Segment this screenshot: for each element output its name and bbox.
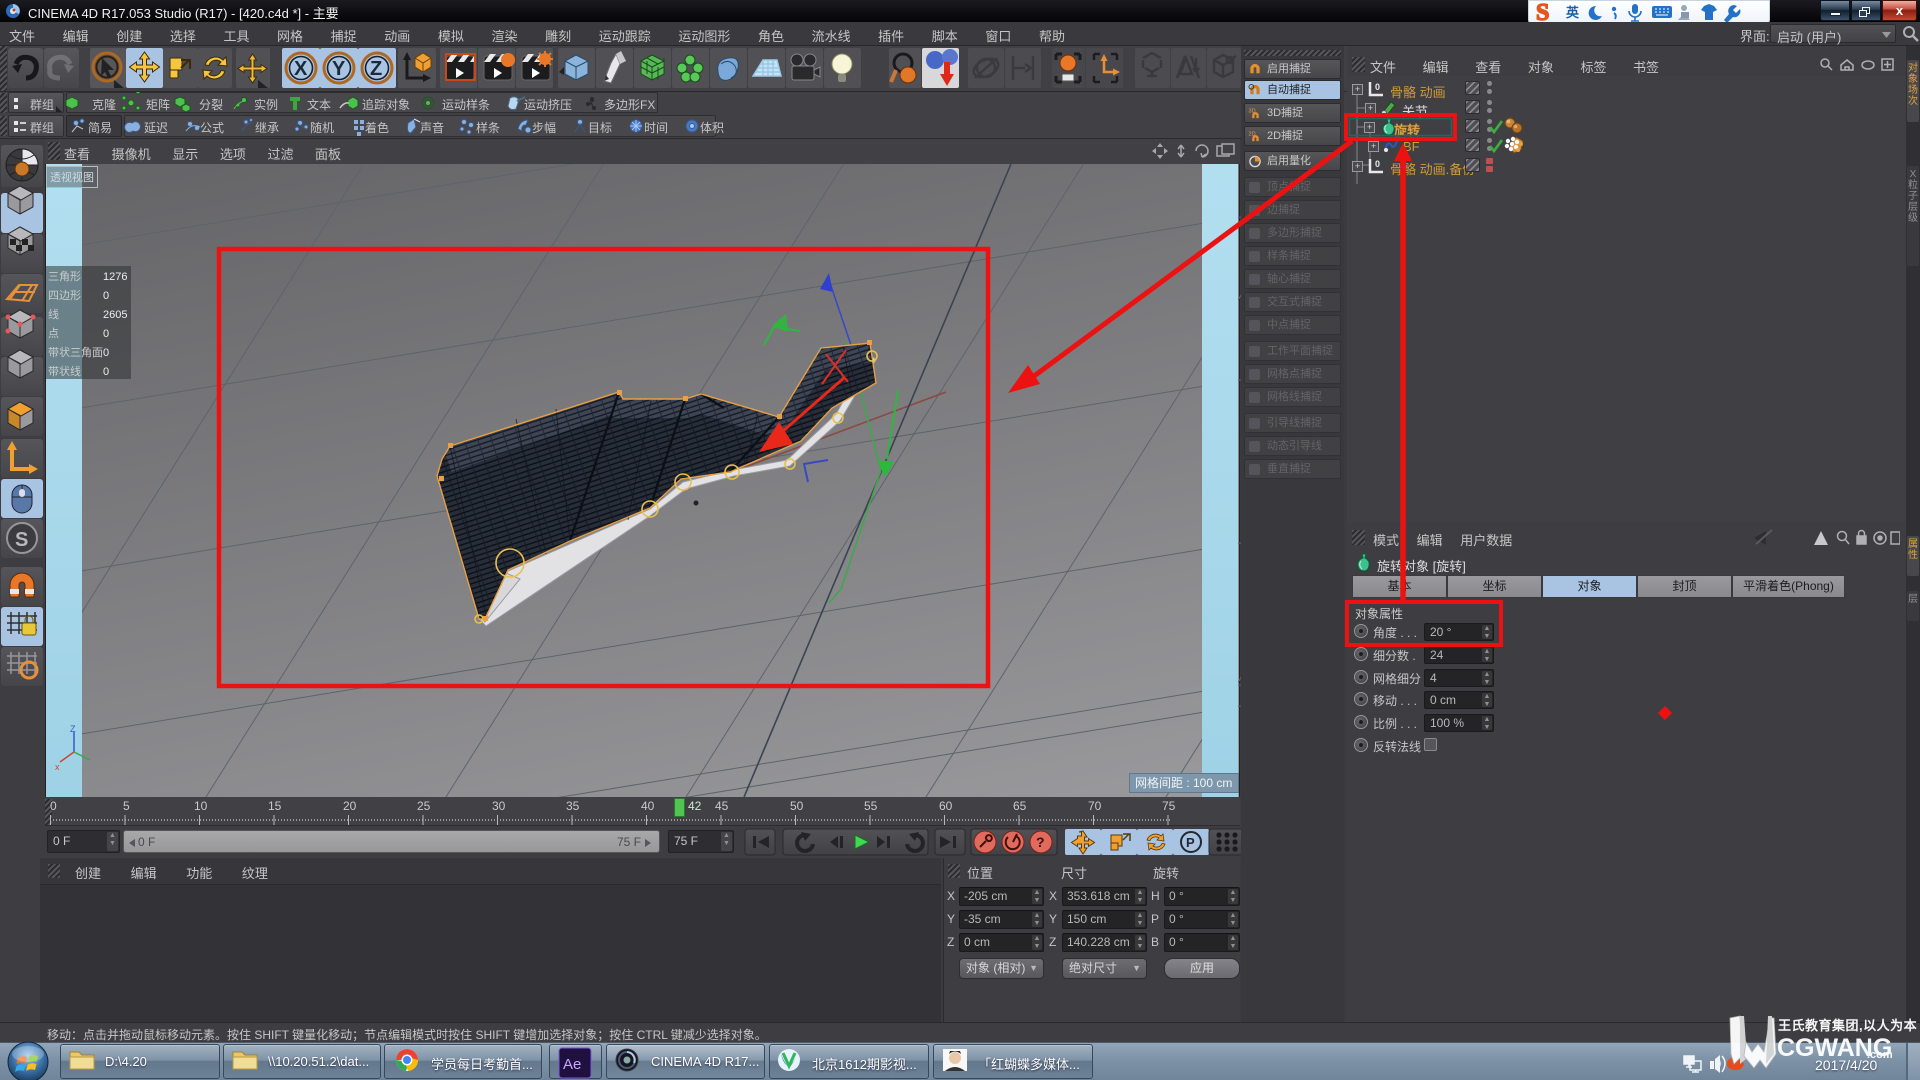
svg-text:x: x bbox=[55, 762, 60, 772]
svg-text:?: ? bbox=[1036, 834, 1045, 850]
svg-text:Z: Z bbox=[70, 724, 76, 734]
svg-text:Y: Y bbox=[332, 58, 346, 80]
svg-text:P: P bbox=[1186, 835, 1195, 850]
svg-text:0: 0 bbox=[1375, 159, 1380, 169]
svg-text:X: X bbox=[294, 58, 308, 80]
svg-text:英: 英 bbox=[1565, 5, 1580, 20]
svg-text:S: S bbox=[15, 529, 28, 551]
svg-text:Ae: Ae bbox=[563, 1056, 581, 1073]
svg-text:.com: .com bbox=[1867, 1049, 1893, 1061]
svg-text:Z: Z bbox=[370, 58, 382, 80]
svg-text:王氏教育集团,以人为本: 王氏教育集团,以人为本 bbox=[1778, 1018, 1917, 1033]
svg-text:0: 0 bbox=[1375, 82, 1380, 92]
